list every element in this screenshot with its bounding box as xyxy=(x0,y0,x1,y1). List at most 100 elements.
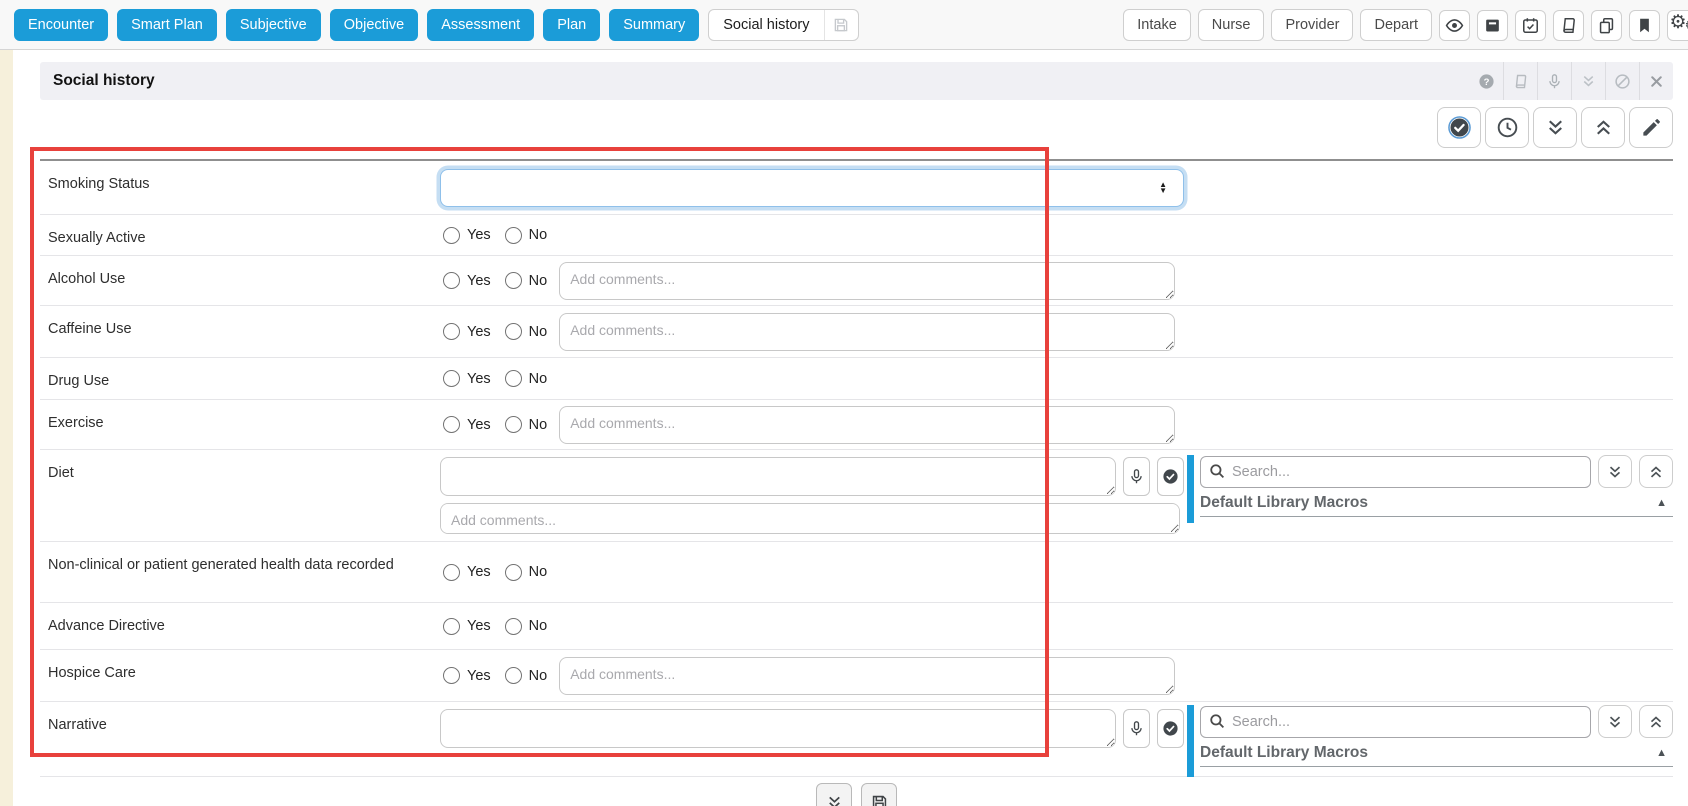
narrative-text-input[interactable] xyxy=(440,709,1116,748)
macro-section-header[interactable]: Default Library Macros ▲ xyxy=(1200,744,1673,767)
radio-yes-label: Yes xyxy=(467,323,491,340)
radio-yes[interactable] xyxy=(443,416,460,433)
pencil-icon[interactable] xyxy=(1629,107,1673,148)
tab-assessment[interactable]: Assessment xyxy=(427,9,535,41)
active-tab-label: Social history xyxy=(723,17,810,33)
microphone-icon[interactable] xyxy=(1537,62,1571,100)
depart-button[interactable]: Depart xyxy=(1360,9,1432,41)
field-label: Smoking Status xyxy=(48,176,150,192)
microphone-icon[interactable] xyxy=(1123,709,1150,748)
help-icon[interactable]: ? xyxy=(1469,62,1503,100)
bookmark-icon[interactable] xyxy=(1629,9,1660,41)
row-smoking-status: Smoking Status ▲ ▼ xyxy=(40,161,1673,215)
tab-smart-plan[interactable]: Smart Plan xyxy=(117,9,217,41)
radio-no-label: No xyxy=(528,618,548,634)
radio-no[interactable] xyxy=(504,416,522,433)
radio-yes[interactable] xyxy=(443,617,460,635)
field-label: Exercise xyxy=(48,415,104,431)
hospice-comments-textarea[interactable] xyxy=(559,656,1176,695)
row-sexually-active: Sexually Active Yes No xyxy=(40,215,1673,256)
radio-no[interactable] xyxy=(504,272,522,289)
tab-encounter[interactable]: Encounter xyxy=(14,9,109,41)
macro-search-input[interactable] xyxy=(1200,455,1591,488)
row-hospice-care: Hospice Care Yes No xyxy=(40,650,1673,702)
radio-yes[interactable] xyxy=(443,563,460,581)
alcohol-comments-textarea[interactable] xyxy=(559,261,1176,300)
radio-yes-label: Yes xyxy=(467,416,491,433)
radio-yes-label: Yes xyxy=(467,272,491,289)
save-icon[interactable] xyxy=(861,783,897,806)
double-chevron-down-icon[interactable] xyxy=(1533,107,1577,148)
check-circle-icon[interactable] xyxy=(1437,107,1481,148)
row-drug-use: Drug Use Yes No xyxy=(40,358,1673,400)
provider-button[interactable]: Provider xyxy=(1271,9,1354,41)
tab-objective[interactable]: Objective xyxy=(329,9,419,41)
intake-button[interactable]: Intake xyxy=(1123,9,1191,41)
caffeine-comments-textarea[interactable] xyxy=(559,312,1176,351)
diet-comments-textarea[interactable] xyxy=(440,503,1180,534)
radio-yes[interactable] xyxy=(443,323,460,340)
radio-no[interactable] xyxy=(504,370,522,387)
row-advance-directive: Advance Directive Yes No xyxy=(40,603,1673,650)
radio-yes[interactable] xyxy=(443,226,460,244)
field-label: Alcohol Use xyxy=(48,271,126,287)
radio-yes[interactable] xyxy=(443,272,460,289)
calendar-check-icon[interactable] xyxy=(1515,9,1546,41)
radio-yes[interactable] xyxy=(443,370,460,387)
macro-section-header[interactable]: Default Library Macros ▲ xyxy=(1200,494,1673,517)
eye-icon[interactable] xyxy=(1439,9,1470,41)
tab-social-history-active[interactable]: Social history xyxy=(708,9,859,41)
slash-circle-icon[interactable] xyxy=(1605,62,1639,100)
form-bottom-toolbar xyxy=(40,783,1673,806)
collapse-caret-icon[interactable]: ▲ xyxy=(1656,747,1667,759)
close-icon[interactable] xyxy=(1639,62,1673,100)
microphone-icon[interactable] xyxy=(1123,457,1150,496)
smoking-status-select[interactable]: ▲ ▼ xyxy=(440,168,1184,207)
field-label: Non-clinical or patient generated health… xyxy=(48,557,394,573)
double-chevron-up-icon[interactable] xyxy=(1581,107,1625,148)
radio-yes-label: Yes xyxy=(467,618,491,634)
macro-section-label: Default Library Macros xyxy=(1200,744,1368,761)
field-label: Narrative xyxy=(48,717,107,733)
inbox-icon[interactable] xyxy=(1477,9,1508,41)
save-tab-icon[interactable] xyxy=(823,10,858,40)
radio-yes[interactable] xyxy=(443,667,460,684)
radio-no-label: No xyxy=(528,227,548,243)
collapse-caret-icon[interactable]: ▲ xyxy=(1656,497,1667,509)
check-circle-icon[interactable] xyxy=(1157,457,1184,496)
visit-stage-toolbar: Intake Nurse Provider Depart ⚙ xyxy=(1123,9,1688,41)
double-chevron-down-icon[interactable] xyxy=(1571,62,1605,100)
tab-summary[interactable]: Summary xyxy=(609,9,700,41)
nurse-button[interactable]: Nurse xyxy=(1197,9,1265,41)
double-chevron-down-icon[interactable] xyxy=(1598,455,1632,488)
copy-icon[interactable] xyxy=(1591,9,1622,41)
double-chevron-down-icon[interactable] xyxy=(816,783,852,806)
clock-icon[interactable] xyxy=(1485,107,1529,148)
top-navigation-bar: Encounter Smart Plan Subjective Objectiv… xyxy=(0,0,1688,50)
radio-no[interactable] xyxy=(504,323,522,340)
form-action-toolbar xyxy=(40,107,1673,148)
radio-no-label: No xyxy=(528,272,548,289)
book-icon[interactable] xyxy=(1553,9,1584,41)
radio-no-label: No xyxy=(528,370,548,387)
tab-plan[interactable]: Plan xyxy=(543,9,601,41)
check-circle-icon[interactable] xyxy=(1157,709,1184,748)
macro-search-input[interactable] xyxy=(1200,705,1591,738)
radio-no[interactable] xyxy=(504,667,522,684)
double-chevron-down-icon[interactable] xyxy=(1598,705,1632,738)
macro-section-label: Default Library Macros xyxy=(1200,494,1368,511)
radio-no-label: No xyxy=(528,416,548,433)
radio-no-label: No xyxy=(528,564,548,580)
settings-gears-icon[interactable]: ⚙⚙ xyxy=(1667,9,1688,41)
radio-no[interactable] xyxy=(504,617,522,635)
diet-text-input[interactable] xyxy=(440,457,1116,496)
double-chevron-up-icon[interactable] xyxy=(1639,705,1673,738)
double-chevron-up-icon[interactable] xyxy=(1639,455,1673,488)
tab-subjective[interactable]: Subjective xyxy=(225,9,321,41)
exercise-comments-textarea[interactable] xyxy=(559,405,1176,444)
row-exercise: Exercise Yes No xyxy=(40,400,1673,450)
radio-no[interactable] xyxy=(504,563,522,581)
radio-no[interactable] xyxy=(504,226,522,244)
row-nonclinical-data: Non-clinical or patient generated health… xyxy=(40,542,1673,603)
book-icon[interactable] xyxy=(1503,62,1537,100)
